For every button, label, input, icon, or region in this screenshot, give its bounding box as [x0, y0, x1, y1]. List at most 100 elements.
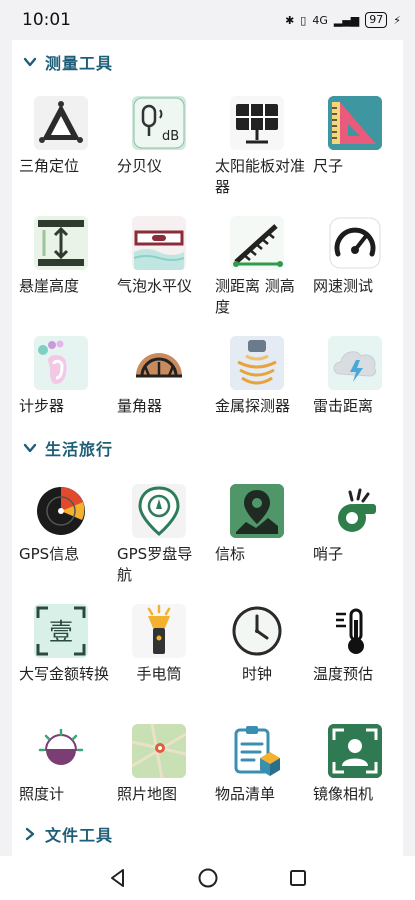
tool-label: 气泡水平仪 — [117, 277, 193, 295]
tool-label: 三角定位 — [19, 157, 80, 175]
metal-detector-icon — [230, 336, 284, 390]
tool-label: 哨子 — [313, 545, 344, 563]
tool-bubble-level[interactable]: 气泡水平仪 — [110, 216, 208, 297]
tool-label: 分贝仪 — [117, 157, 163, 175]
tool-label: 大写金额转换 — [19, 665, 110, 683]
tool-flashlight[interactable]: 手电筒 — [110, 604, 208, 685]
tool-decibel-meter[interactable]: dB 分贝仪 — [110, 96, 208, 177]
lightning-cloud-icon — [328, 336, 382, 390]
tool-metal-detector[interactable]: 金属探测器 — [208, 336, 306, 417]
section-header-measure[interactable]: 测量工具 — [12, 44, 403, 80]
cliff-height-icon — [34, 216, 88, 270]
tool-label: 尺子 — [313, 157, 344, 175]
tool-triangle-locate[interactable]: 三角定位 — [12, 96, 110, 177]
section-header-life[interactable]: 生活旅行 — [12, 430, 403, 466]
amount-convert-icon: 壹 — [34, 604, 88, 658]
tool-label: 手电筒 — [136, 665, 182, 683]
tool-label: 测距离 测高度 — [215, 277, 295, 316]
tool-cliff-height[interactable]: 悬崖高度 — [12, 216, 110, 297]
tool-ruler[interactable]: 尺子 — [306, 96, 403, 177]
amount-glyph: 壹 — [49, 618, 73, 646]
tool-mirror-camera[interactable]: 镜像相机 — [306, 724, 403, 805]
home-button[interactable] — [196, 866, 220, 890]
tool-label: 量角器 — [117, 397, 163, 415]
flashlight-icon — [132, 604, 186, 658]
tool-label: 网速测试 — [313, 277, 374, 295]
tool-label: GPS信息 — [19, 545, 80, 563]
whistle-icon — [328, 484, 382, 538]
photo-map-icon — [132, 724, 186, 778]
solar-panel-icon — [230, 96, 284, 150]
tool-label: 时钟 — [241, 665, 272, 683]
section-title: 文件工具 — [45, 826, 114, 845]
section-title: 测量工具 — [45, 54, 114, 73]
tool-label: 计步器 — [19, 397, 65, 415]
status-bar: 10:01 ✱ ▯ 4G ▂▄▆ 97 ⚡ — [0, 0, 415, 40]
tool-temperature[interactable]: 温度预估 — [306, 604, 403, 685]
tool-pedometer[interactable]: 计步器 — [12, 336, 110, 417]
recents-square-icon — [289, 870, 306, 886]
tool-checklist[interactable]: 物品清单 — [208, 724, 306, 805]
battery-level: 97 — [365, 12, 388, 28]
protractor-icon — [132, 336, 186, 390]
tools-panel: 测量工具 三角定位 dB 分贝仪 太阳能板对准器 尺子 悬崖高度 气泡水平仪 测… — [12, 40, 403, 856]
tool-protractor[interactable]: 量角器 — [110, 336, 208, 417]
recents-button[interactable] — [286, 866, 310, 890]
lux-meter-icon — [34, 724, 88, 778]
compass-pin-icon — [132, 484, 186, 538]
distance-height-icon — [230, 216, 284, 270]
svg-text:dB: dB — [162, 129, 179, 144]
home-circle-icon — [198, 868, 217, 888]
tool-label: 金属探测器 — [215, 397, 291, 415]
chevron-down-icon — [23, 57, 37, 67]
navigation-bar — [0, 856, 415, 900]
tool-distance-height[interactable]: 测距离 测高度 — [208, 216, 306, 318]
tool-label: 悬崖高度 — [19, 277, 80, 295]
ruler-icon — [328, 96, 382, 150]
back-button[interactable] — [106, 866, 130, 890]
tool-label: 雷击距离 — [313, 397, 374, 415]
tool-label: 信标 — [215, 545, 246, 563]
tool-gps-info[interactable]: GPS信息 — [12, 484, 110, 565]
thermometer-icon — [328, 604, 382, 658]
network-type: 4G — [312, 13, 328, 27]
tool-solar-panel[interactable]: 太阳能板对准器 — [208, 96, 306, 198]
speedometer-icon — [328, 216, 382, 270]
charging-icon: ⚡ — [393, 13, 401, 27]
tool-lightning-distance[interactable]: 雷击距离 — [306, 336, 403, 417]
tool-label: 物品清单 — [215, 785, 276, 803]
clock-icon — [230, 604, 284, 658]
tool-beacon[interactable]: 信标 — [208, 484, 306, 565]
section-title: 生活旅行 — [45, 440, 114, 459]
tool-whistle[interactable]: 哨子 — [306, 484, 403, 565]
tool-speedtest[interactable]: 网速测试 — [306, 216, 403, 297]
chevron-right-icon — [25, 827, 35, 841]
tool-clock[interactable]: 时钟 — [208, 604, 306, 685]
vibrate-icon: ▯ — [300, 13, 307, 27]
decibel-meter-icon: dB — [132, 96, 186, 150]
tool-label: 照度计 — [19, 785, 65, 803]
status-time: 10:01 — [22, 10, 71, 30]
map-pin-icon — [230, 484, 284, 538]
footprint-icon — [34, 336, 88, 390]
status-icons: ✱ ▯ 4G ▂▄▆ 97 ⚡ — [285, 12, 401, 28]
tool-label: 照片地图 — [117, 785, 178, 803]
tool-gps-compass[interactable]: GPS罗盘导航 — [110, 484, 208, 586]
tool-amount-convert[interactable]: 壹 大写金额转换 — [12, 604, 110, 685]
tool-photo-map[interactable]: 照片地图 — [110, 724, 208, 805]
tool-label: 温度预估 — [313, 665, 374, 683]
bluetooth-icon: ✱ — [285, 13, 295, 27]
mirror-camera-icon — [328, 724, 382, 778]
section-header-file[interactable]: 文件工具 — [12, 816, 403, 852]
checklist-icon — [230, 724, 284, 778]
chevron-down-icon — [23, 443, 37, 453]
bubble-level-icon — [132, 216, 186, 270]
gps-radar-icon — [34, 484, 88, 538]
back-triangle-icon — [110, 869, 124, 887]
signal-icon: ▂▄▆ — [333, 13, 360, 27]
tool-label: 太阳能板对准器 — [215, 157, 306, 196]
tool-lux-meter[interactable]: 照度计 — [12, 724, 110, 805]
triangle-locate-icon — [34, 96, 88, 150]
tool-label: GPS罗盘导航 — [117, 545, 193, 584]
tool-label: 镜像相机 — [313, 785, 374, 803]
